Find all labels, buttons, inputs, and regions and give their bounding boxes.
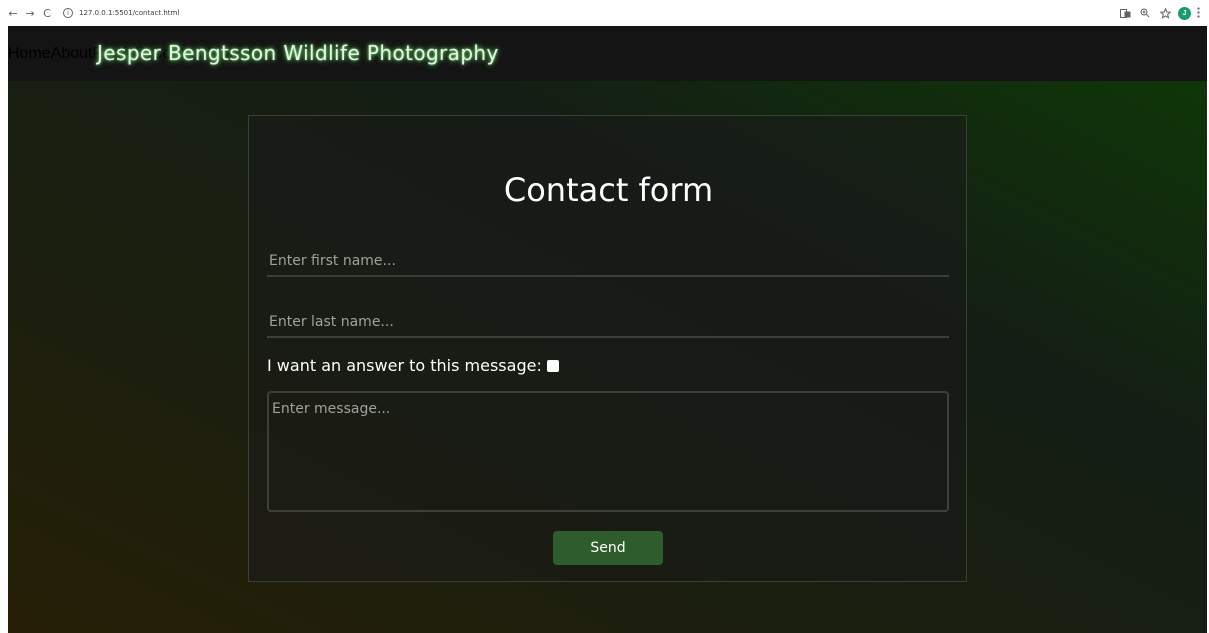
answer-checkbox[interactable]: [546, 359, 559, 372]
site-header: Jesper Bengtsson Wildlife Photography Ho…: [8, 26, 1207, 81]
nav-about[interactable]: About: [51, 45, 93, 63]
toolbar-actions: J: [1112, 6, 1203, 20]
back-arrow-icon[interactable]: ←: [6, 5, 20, 21]
contact-form-card: Contact form I want an answer to this me…: [248, 115, 967, 582]
star-icon[interactable]: [1158, 6, 1172, 20]
nav-home[interactable]: Home: [8, 45, 51, 63]
menu-icon[interactable]: [1197, 6, 1203, 20]
reload-icon[interactable]: C: [40, 5, 54, 21]
answer-label: I want an answer to this message:: [267, 356, 542, 375]
first-name-input[interactable]: [267, 247, 949, 277]
url-text[interactable]: 127.0.0.1:5501/contact.html: [79, 9, 179, 17]
forward-arrow-icon[interactable]: →: [23, 5, 37, 21]
site-brand[interactable]: Jesper Bengtsson Wildlife Photography: [97, 41, 499, 65]
form-title: Contact form: [503, 171, 714, 209]
message-textarea[interactable]: [267, 391, 949, 512]
last-name-input[interactable]: [267, 308, 949, 338]
send-button[interactable]: Send: [553, 531, 663, 565]
translate-icon[interactable]: [1118, 6, 1132, 20]
browser-toolbar: ← → C i 127.0.0.1:5501/contact.html J: [0, 0, 1209, 26]
info-icon[interactable]: i: [63, 8, 73, 18]
page-viewport: Jesper Bengtsson Wildlife Photography Ho…: [8, 26, 1207, 633]
zoom-icon[interactable]: [1138, 6, 1152, 20]
address-bar[interactable]: i 127.0.0.1:5501/contact.html: [63, 5, 179, 21]
answer-row: I want an answer to this message:: [267, 356, 559, 375]
profile-avatar[interactable]: J: [1178, 6, 1191, 20]
